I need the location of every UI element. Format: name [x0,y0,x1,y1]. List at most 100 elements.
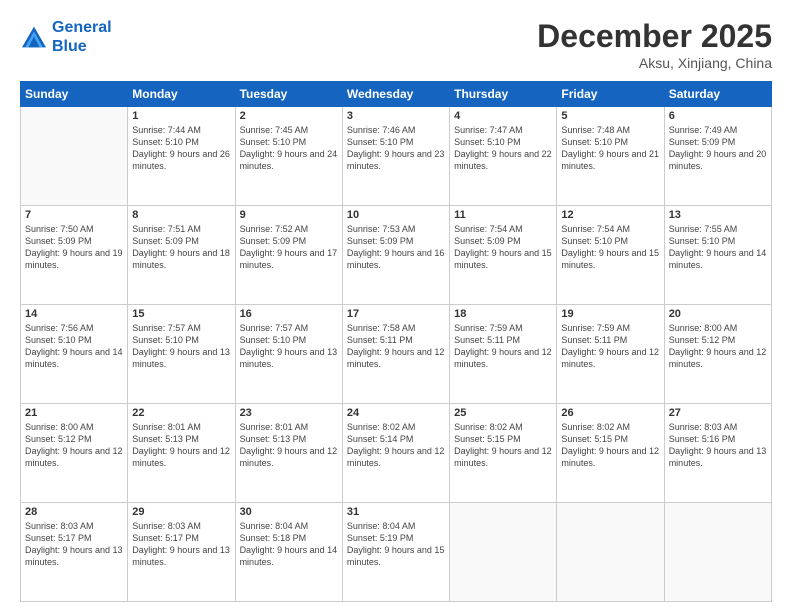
calendar-cell: 25Sunrise: 8:02 AMSunset: 5:15 PMDayligh… [450,404,557,503]
cell-info: Sunrise: 7:54 AMSunset: 5:10 PMDaylight:… [561,223,659,272]
calendar-cell: 16 Sunrise: 7:57 AMSunset: 5:10 PMDayligh… [235,305,342,404]
day-number: 17 [347,308,445,320]
calendar-week-row: 1 Sunrise: 7:44 AMSunset: 5:10 PMDaylight… [21,107,772,206]
calendar-cell: 6 Sunrise: 7:49 AMSunset: 5:09 PMDaylight… [664,107,771,206]
cell-info: Sunrise: 8:04 AMSunset: 5:19 PMDaylight:… [347,520,445,569]
cell-info: Sunrise: 7:51 AMSunset: 5:09 PMDaylight:… [132,223,230,272]
calendar-cell [664,503,771,602]
logo: General Blue [20,18,112,56]
day-number: 10 [347,209,445,221]
day-number: 2 [240,110,338,122]
day-number: 16 [240,308,338,320]
cell-info: Sunrise: 7:44 AMSunset: 5:10 PMDaylight:… [132,124,230,173]
weekday-header: Thursday [450,82,557,107]
calendar-cell: 1 Sunrise: 7:44 AMSunset: 5:10 PMDaylight… [128,107,235,206]
weekday-header: Friday [557,82,664,107]
calendar-cell: 31 Sunrise: 8:04 AMSunset: 5:19 PMDayligh… [342,503,449,602]
calendar-cell: 28 Sunrise: 8:03 AMSunset: 5:17 PMDayligh… [21,503,128,602]
cell-info: Sunrise: 7:53 AMSunset: 5:09 PMDaylight:… [347,223,445,272]
cell-info: Sunrise: 7:56 AMSunset: 5:10 PMDaylight:… [25,322,123,371]
calendar-cell: 11 Sunrise: 7:54 AMSunset: 5:09 PMDayligh… [450,206,557,305]
calendar-cell: 5 Sunrise: 7:48 AMSunset: 5:10 PMDaylight… [557,107,664,206]
logo-text: General Blue [52,18,112,56]
day-number: 21 [25,407,123,419]
calendar-cell: 8 Sunrise: 7:51 AMSunset: 5:09 PMDaylight… [128,206,235,305]
calendar-cell: 13 Sunrise: 7:55 AMSunset: 5:10 PMDayligh… [664,206,771,305]
calendar-cell: 19 Sunrise: 7:59 AMSunset: 5:11 PMDayligh… [557,305,664,404]
cell-info: Sunrise: 7:49 AMSunset: 5:09 PMDaylight:… [669,124,767,173]
calendar-body: 1 Sunrise: 7:44 AMSunset: 5:10 PMDaylight… [21,107,772,602]
logo-line2: Blue [52,38,87,55]
cell-info: Sunrise: 7:48 AMSunset: 5:10 PMDaylight:… [561,124,659,173]
location: Aksu, Xinjiang, China [537,55,772,71]
calendar-week-row: 7 Sunrise: 7:50 AMSunset: 5:09 PMDaylight… [21,206,772,305]
day-number: 31 [347,506,445,518]
header: General Blue December 2025 Aksu, Xinjian… [20,18,772,71]
day-number: 27 [669,407,767,419]
calendar-week-row: 28 Sunrise: 8:03 AMSunset: 5:17 PMDayligh… [21,503,772,602]
day-number: 29 [132,506,230,518]
cell-info: Sunrise: 7:52 AMSunset: 5:09 PMDaylight:… [240,223,338,272]
calendar-cell: 30 Sunrise: 8:04 AMSunset: 5:18 PMDayligh… [235,503,342,602]
calendar-cell: 3Sunrise: 7:46 AMSunset: 5:10 PMDaylight… [342,107,449,206]
cell-info: Sunrise: 8:03 AMSunset: 5:16 PMDaylight:… [669,421,767,470]
day-number: 6 [669,110,767,122]
calendar-table: SundayMondayTuesdayWednesdayThursdayFrid… [20,81,772,602]
weekday-header: Monday [128,82,235,107]
cell-info: Sunrise: 7:59 AMSunset: 5:11 PMDaylight:… [454,322,552,371]
calendar-cell: 17Sunrise: 7:58 AMSunset: 5:11 PMDayligh… [342,305,449,404]
day-number: 20 [669,308,767,320]
day-number: 7 [25,209,123,221]
day-number: 1 [132,110,230,122]
calendar-cell: 14 Sunrise: 7:56 AMSunset: 5:10 PMDayligh… [21,305,128,404]
calendar-cell: 26Sunrise: 8:02 AMSunset: 5:15 PMDayligh… [557,404,664,503]
day-number: 22 [132,407,230,419]
cell-info: Sunrise: 8:02 AMSunset: 5:14 PMDaylight:… [347,421,445,470]
day-number: 9 [240,209,338,221]
day-number: 26 [561,407,659,419]
cell-info: Sunrise: 8:03 AMSunset: 5:17 PMDaylight:… [25,520,123,569]
calendar-cell: 20Sunrise: 8:00 AMSunset: 5:12 PMDayligh… [664,305,771,404]
calendar-cell: 7 Sunrise: 7:50 AMSunset: 5:09 PMDaylight… [21,206,128,305]
calendar-week-row: 14 Sunrise: 7:56 AMSunset: 5:10 PMDayligh… [21,305,772,404]
day-number: 5 [561,110,659,122]
day-number: 24 [347,407,445,419]
calendar-header-row: SundayMondayTuesdayWednesdayThursdayFrid… [21,82,772,107]
calendar-cell: 21Sunrise: 8:00 AMSunset: 5:12 PMDayligh… [21,404,128,503]
logo-icon [20,25,48,49]
calendar-cell: 27 Sunrise: 8:03 AMSunset: 5:16 PMDayligh… [664,404,771,503]
cell-info: Sunrise: 7:50 AMSunset: 5:09 PMDaylight:… [25,223,123,272]
calendar-cell [21,107,128,206]
calendar-cell: 12 Sunrise: 7:54 AMSunset: 5:10 PMDayligh… [557,206,664,305]
day-number: 11 [454,209,552,221]
page: General Blue December 2025 Aksu, Xinjian… [0,0,792,612]
cell-info: Sunrise: 7:59 AMSunset: 5:11 PMDaylight:… [561,322,659,371]
calendar-cell: 4Sunrise: 7:47 AMSunset: 5:10 PMDaylight… [450,107,557,206]
day-number: 28 [25,506,123,518]
cell-info: Sunrise: 7:45 AMSunset: 5:10 PMDaylight:… [240,124,338,173]
day-number: 14 [25,308,123,320]
cell-info: Sunrise: 7:55 AMSunset: 5:10 PMDaylight:… [669,223,767,272]
day-number: 8 [132,209,230,221]
calendar-cell: 22Sunrise: 8:01 AMSunset: 5:13 PMDayligh… [128,404,235,503]
cell-info: Sunrise: 8:04 AMSunset: 5:18 PMDaylight:… [240,520,338,569]
day-number: 4 [454,110,552,122]
day-number: 12 [561,209,659,221]
logo-line1: General [52,19,112,36]
weekday-header: Wednesday [342,82,449,107]
day-number: 18 [454,308,552,320]
day-number: 30 [240,506,338,518]
cell-info: Sunrise: 8:02 AMSunset: 5:15 PMDaylight:… [454,421,552,470]
calendar-cell: 29Sunrise: 8:03 AMSunset: 5:17 PMDayligh… [128,503,235,602]
calendar-cell [557,503,664,602]
calendar-cell: 10 Sunrise: 7:53 AMSunset: 5:09 PMDayligh… [342,206,449,305]
day-number: 13 [669,209,767,221]
weekday-header: Saturday [664,82,771,107]
calendar-cell: 24 Sunrise: 8:02 AMSunset: 5:14 PMDayligh… [342,404,449,503]
weekday-header: Sunday [21,82,128,107]
day-number: 19 [561,308,659,320]
cell-info: Sunrise: 7:54 AMSunset: 5:09 PMDaylight:… [454,223,552,272]
calendar-cell: 15Sunrise: 7:57 AMSunset: 5:10 PMDayligh… [128,305,235,404]
cell-info: Sunrise: 7:57 AMSunset: 5:10 PMDaylight:… [240,322,338,371]
weekday-header: Tuesday [235,82,342,107]
